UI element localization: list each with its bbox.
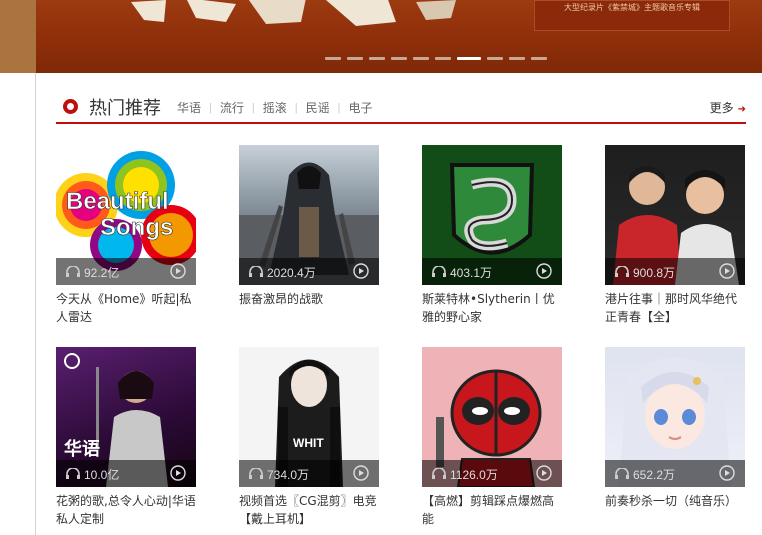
svg-text:WHIT: WHIT [293,436,324,450]
banner-image[interactable]: 大型纪录片《紫禁城》主题歌音乐专辑 [36,0,762,73]
svg-text:Beautiful: Beautiful [66,188,169,215]
playlist-title[interactable]: 视频首选〖CG混剪〗电竞【戴上耳机】 [239,492,379,528]
play-count: 652.2万 [633,468,676,482]
headset-icon [249,266,263,277]
circle-icon [63,99,78,114]
carousel-dot[interactable] [347,57,363,60]
tag-minyao[interactable]: 民谣 [298,99,338,116]
playlist-title[interactable]: 振奋激昂的战歌 [239,290,379,308]
play-count: 1126.0万 [450,468,498,482]
play-count: 734.0万 [267,468,310,482]
carousel-dot[interactable] [435,57,451,60]
play-icon[interactable] [536,263,552,279]
playlist-cover[interactable]: 2020.4万 [239,145,379,285]
playlist-title[interactable]: 前奏秒杀一切（纯音乐） [605,492,745,510]
tag-yaogun[interactable]: 摇滚 [255,99,295,116]
more-label: 更多 [709,101,734,115]
cover-info-bar: 734.0万 [239,460,379,487]
arrow-right-icon: ➜ [737,104,746,115]
svg-text:华语: 华语 [64,438,100,460]
cover-info-bar: 10.0亿 [56,460,196,487]
play-icon[interactable] [170,263,186,279]
play-count: 92.2亿 [84,266,120,280]
svg-text:Songs: Songs [100,214,173,241]
carousel-dot[interactable] [509,57,525,60]
play-icon[interactable] [536,465,552,481]
tag-huayu[interactable]: 华语 [177,99,209,116]
play-count: 403.1万 [450,266,493,280]
carousel-dot[interactable] [391,57,407,60]
headset-icon [66,468,80,479]
play-count: 900.8万 [633,266,676,280]
section-title: 热门推荐 [89,98,161,119]
playlist-card[interactable]: 1126.0万 【高燃】剪辑踩点爆燃高能 [422,347,562,528]
cover-info-bar: 92.2亿 [56,258,196,285]
cover-info-bar: 1126.0万 [422,460,562,487]
cover-info-bar: 900.8万 [605,258,745,285]
playlist-cover[interactable]: Beautiful Songs 92.2亿 [56,145,196,285]
playlist-card[interactable]: Beautiful Songs 92.2亿 今天从《Home》听起|私人雷达 [56,145,196,326]
headset-icon [432,266,446,277]
playlist-title[interactable]: 花粥的歌,总令人心动|华语私人定制 [56,492,196,528]
playlist-card[interactable]: 652.2万 前奏秒杀一切（纯音乐） [605,347,745,510]
hot-recommend-header: 热门推荐 华语 | 流行 | 摇滚 | 民谣 | 电子 更多 ➜ [56,90,746,124]
play-icon[interactable] [170,465,186,481]
banner-carousel[interactable]: 大型纪录片《紫禁城》主题歌音乐专辑 [0,0,762,73]
playlist-card[interactable]: 华语 10.0亿 花粥的歌,总令人心动|华语私人定制 [56,347,196,528]
category-tags: 华语 | 流行 | 摇滚 | 民谣 | 电子 [177,99,381,116]
playlist-card[interactable]: 2020.4万 振奋激昂的战歌 [239,145,379,308]
playlist-title[interactable]: 【高燃】剪辑踩点爆燃高能 [422,492,562,528]
playlist-cover[interactable]: 403.1万 [422,145,562,285]
play-icon[interactable] [353,263,369,279]
headset-icon [66,266,80,277]
headset-icon [432,468,446,479]
playlist-cover[interactable]: WHIT 734.0万 [239,347,379,487]
carousel-dot[interactable] [325,57,341,60]
headset-icon [615,266,629,277]
playlist-card[interactable]: WHIT 734.0万 视频首选〖CG混剪〗电竞【戴上耳机】 [239,347,379,528]
tag-dianzi[interactable]: 电子 [341,99,381,116]
headset-icon [615,468,629,479]
play-icon[interactable] [719,263,735,279]
playlist-title[interactable]: 今天从《Home》听起|私人雷达 [56,290,196,326]
playlist-title[interactable]: 港片往事｜那时风华绝代正青春【全】 [605,290,745,326]
playlist-cover[interactable]: 900.8万 [605,145,745,285]
playlist-title[interactable]: 斯莱特林•Slytherin丨优雅的野心家 [422,290,562,326]
carousel-dot[interactable] [413,57,429,60]
play-icon[interactable] [719,465,735,481]
playlist-cover[interactable]: 1126.0万 [422,347,562,487]
headset-icon [249,468,263,479]
cover-info-bar: 403.1万 [422,258,562,285]
page-left-border [35,73,36,535]
play-count: 10.0亿 [84,468,120,482]
carousel-dot-active[interactable] [457,57,481,60]
playlist-cover[interactable]: 华语 10.0亿 [56,347,196,487]
play-icon[interactable] [353,465,369,481]
banner-side-panel [0,0,36,73]
more-link[interactable]: 更多 ➜ [710,99,746,116]
banner-calligraphy [131,0,456,26]
playlist-card[interactable]: 900.8万 港片往事｜那时风华绝代正青春【全】 [605,145,745,326]
playlist-card[interactable]: 403.1万 斯莱特林•Slytherin丨优雅的野心家 [422,145,562,326]
carousel-dot[interactable] [369,57,385,60]
banner-album-tag: 大型纪录片《紫禁城》主题歌音乐专辑 [534,0,730,31]
play-count: 2020.4万 [267,266,316,280]
carousel-dot[interactable] [487,57,503,60]
cover-info-bar: 652.2万 [605,460,745,487]
cover-info-bar: 2020.4万 [239,258,379,285]
playlist-cover[interactable]: 652.2万 [605,347,745,487]
tag-liuxing[interactable]: 流行 [212,99,252,116]
carousel-dots[interactable] [325,57,547,60]
carousel-dot[interactable] [531,57,547,60]
